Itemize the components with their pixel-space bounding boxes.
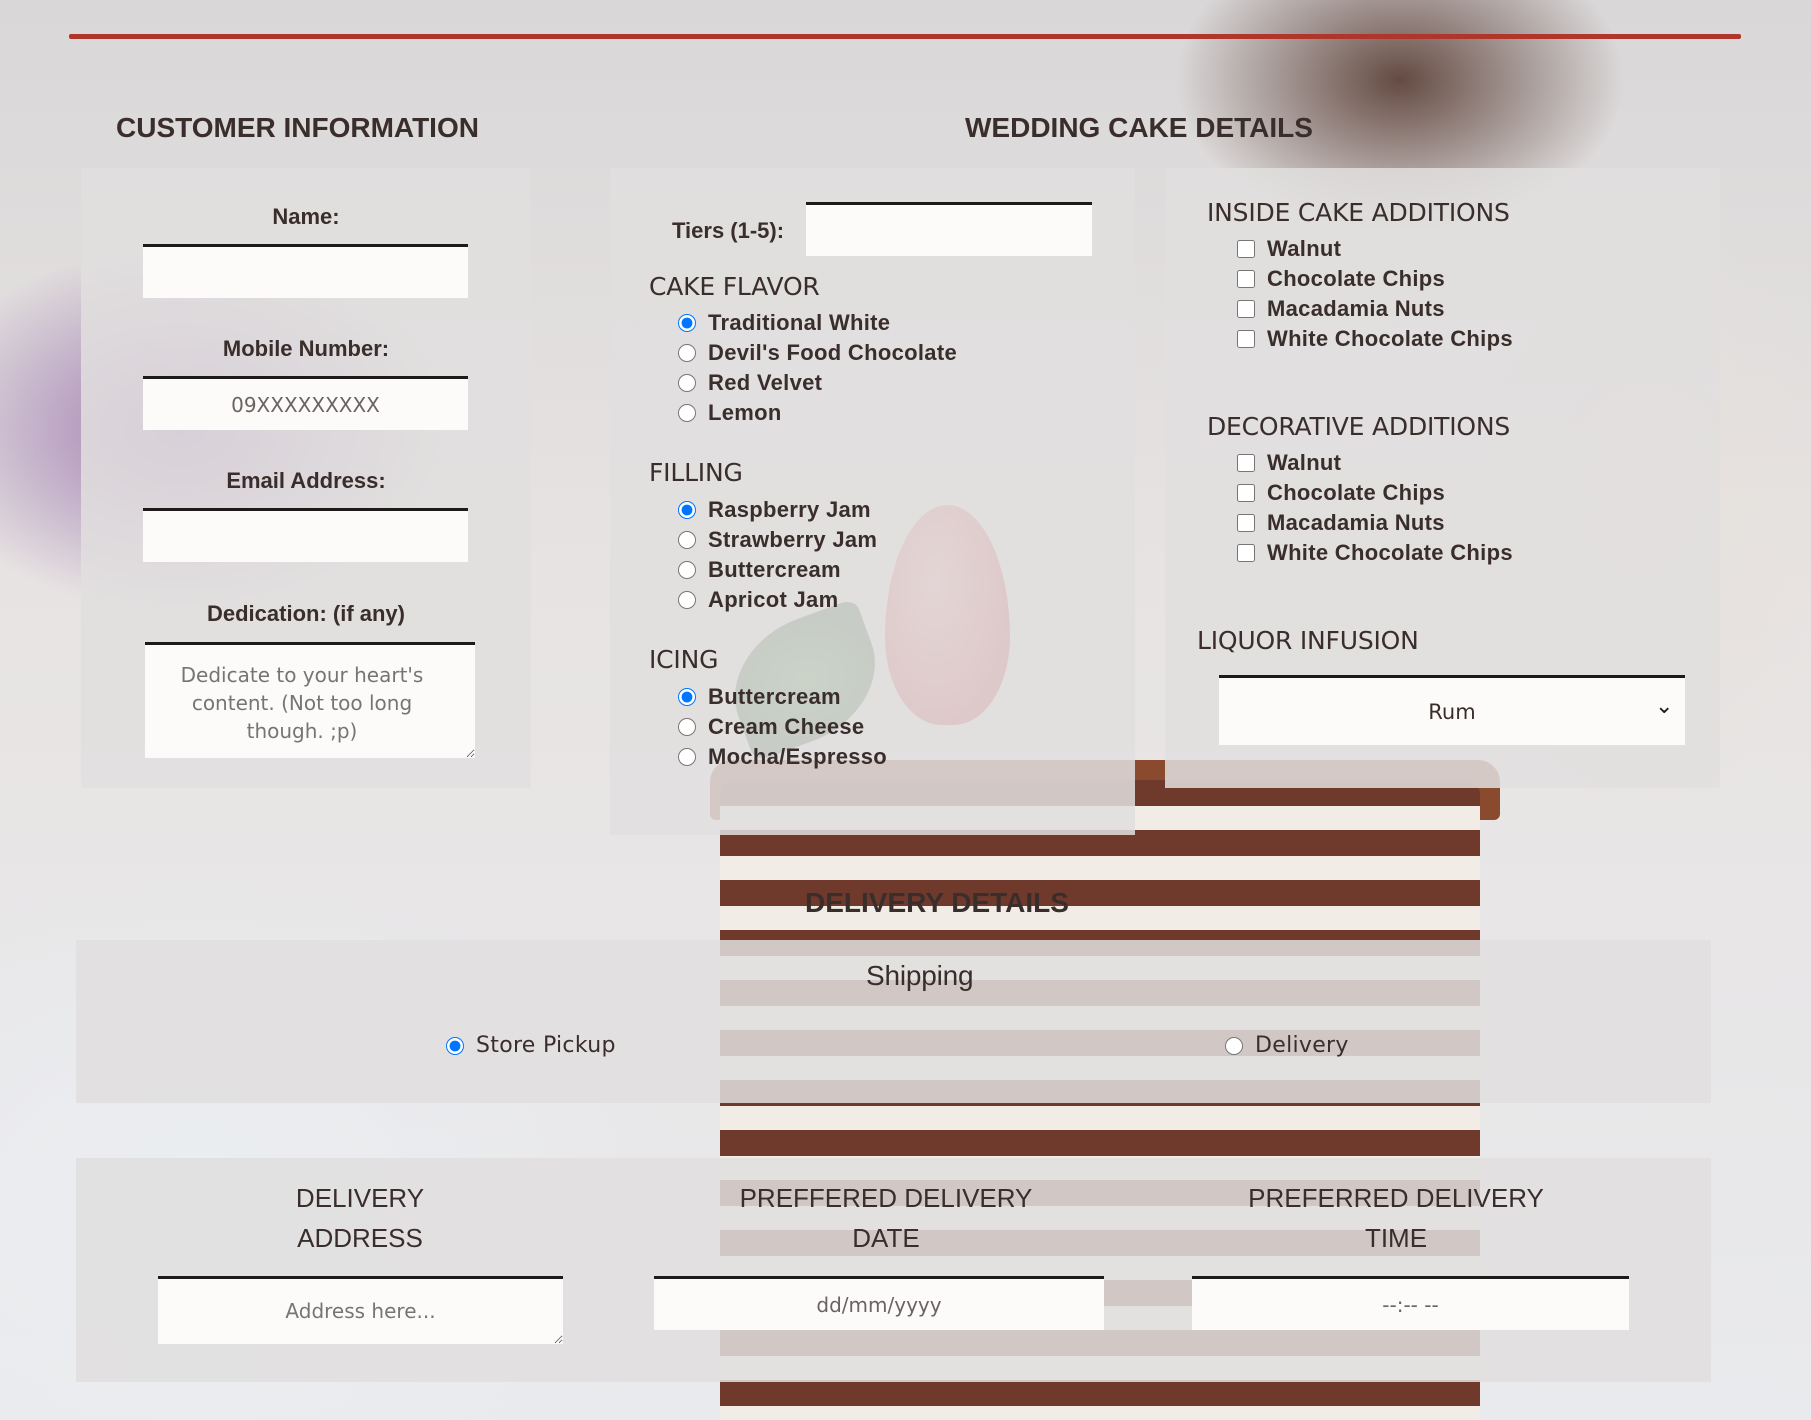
filling-option[interactable]: Apricot Jam: [678, 587, 838, 613]
address-textarea[interactable]: [158, 1276, 563, 1344]
delivery-address-title: DELIVERY ADDRESS: [295, 1183, 425, 1253]
filling-radio[interactable]: [678, 531, 696, 549]
flavor-option[interactable]: Devil's Food Chocolate: [678, 340, 957, 366]
delivery-section-title: DELIVERY DETAILS: [805, 887, 1069, 918]
shipping-panel: Shipping Store Pickup Delivery: [76, 940, 1711, 1103]
filling-option[interactable]: Strawberry Jam: [678, 527, 877, 553]
mobile-input[interactable]: [143, 376, 468, 430]
inside-addition-option[interactable]: Walnut: [1237, 236, 1341, 262]
email-label: Email Address:: [226, 468, 386, 493]
decorative-addition-option[interactable]: Chocolate Chips: [1237, 480, 1445, 506]
delivery-time-input[interactable]: [1192, 1276, 1629, 1330]
decorative-addition-option[interactable]: Macadamia Nuts: [1237, 510, 1445, 536]
tiers-input[interactable]: [806, 202, 1092, 256]
delivery-option[interactable]: Delivery: [1225, 1033, 1349, 1058]
top-divider: [69, 34, 1741, 39]
name-label: Name:: [272, 204, 340, 229]
liquor-infusion-title: LIQUOR INFUSION: [1197, 626, 1419, 655]
decorative-addition-checkbox[interactable]: [1237, 544, 1255, 562]
filling-option[interactable]: Raspberry Jam: [678, 497, 871, 523]
icing-option[interactable]: Cream Cheese: [678, 714, 864, 740]
inside-addition-checkbox[interactable]: [1237, 270, 1255, 288]
icing-option[interactable]: Mocha/Espresso: [678, 744, 887, 770]
inside-addition-checkbox[interactable]: [1237, 330, 1255, 348]
flavor-radio[interactable]: [678, 374, 696, 392]
name-input[interactable]: [143, 244, 468, 298]
delivery-radio[interactable]: [1225, 1036, 1243, 1055]
inside-addition-option[interactable]: White Chocolate Chips: [1237, 326, 1513, 352]
filling-option[interactable]: Buttercream: [678, 557, 841, 583]
decorative-addition-checkbox[interactable]: [1237, 484, 1255, 502]
flavor-radio[interactable]: [678, 344, 696, 362]
flavor-option[interactable]: Traditional White: [678, 310, 890, 336]
icing-option[interactable]: Buttercream: [678, 684, 841, 710]
decorative-addition-option[interactable]: White Chocolate Chips: [1237, 540, 1513, 566]
liquor-select[interactable]: Rum: [1219, 675, 1685, 745]
filling-radio[interactable]: [678, 501, 696, 519]
cake-details-panel: Tiers (1-5): CAKE FLAVOR Traditional Whi…: [610, 168, 1135, 835]
inside-additions-title: INSIDE CAKE ADDITIONS: [1207, 198, 1510, 227]
inside-addition-checkbox[interactable]: [1237, 300, 1255, 318]
delivery-time-title: PREFERRED DELIVERY TIME: [1248, 1183, 1544, 1253]
decorative-addition-option[interactable]: Walnut: [1237, 450, 1341, 476]
filling-title: FILLING: [649, 458, 743, 487]
flavor-option[interactable]: Red Velvet: [678, 370, 822, 396]
delivery-details-panel: DELIVERY ADDRESS PREFFERED DELIVERY DATE…: [76, 1158, 1711, 1382]
filling-radio[interactable]: [678, 591, 696, 609]
icing-radio[interactable]: [678, 748, 696, 766]
icing-title: ICING: [649, 645, 719, 674]
cake-section-title: WEDDING CAKE DETAILS: [965, 112, 1313, 143]
delivery-date-title: PREFFERED DELIVERY DATE: [739, 1183, 1033, 1253]
email-input[interactable]: [143, 508, 468, 562]
customer-panel: Name: Mobile Number: Email Address: Dedi…: [81, 168, 531, 788]
flavor-radio[interactable]: [678, 314, 696, 332]
cake-flavor-title: CAKE FLAVOR: [649, 272, 820, 301]
inside-addition-checkbox[interactable]: [1237, 240, 1255, 258]
store-pickup-radio[interactable]: [446, 1036, 464, 1055]
store-pickup-option[interactable]: Store Pickup: [446, 1033, 616, 1058]
inside-addition-option[interactable]: Macadamia Nuts: [1237, 296, 1445, 322]
shipping-label: Shipping: [866, 960, 974, 991]
additions-panel: INSIDE CAKE ADDITIONS Walnut Chocolate C…: [1165, 168, 1720, 788]
customer-section-title: CUSTOMER INFORMATION: [116, 112, 479, 143]
filling-radio[interactable]: [678, 561, 696, 579]
dedication-textarea[interactable]: [145, 642, 475, 758]
tiers-label: Tiers (1-5):: [672, 218, 785, 243]
dedication-label: Dedication: (if any): [206, 601, 405, 626]
inside-addition-option[interactable]: Chocolate Chips: [1237, 266, 1445, 292]
decorative-addition-checkbox[interactable]: [1237, 514, 1255, 532]
icing-radio[interactable]: [678, 688, 696, 706]
flavor-option[interactable]: Lemon: [678, 400, 782, 426]
icing-radio[interactable]: [678, 718, 696, 736]
delivery-date-input[interactable]: [654, 1276, 1104, 1330]
mobile-label: Mobile Number:: [222, 336, 390, 361]
flavor-radio[interactable]: [678, 404, 696, 422]
decorative-addition-checkbox[interactable]: [1237, 454, 1255, 472]
decorative-additions-title: DECORATIVE ADDITIONS: [1207, 412, 1511, 441]
